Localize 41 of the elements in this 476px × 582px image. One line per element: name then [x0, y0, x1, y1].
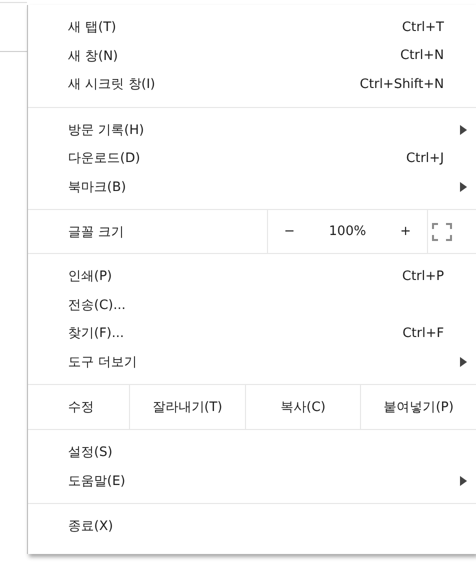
- menu-item-label: 찾기(F)...: [68, 325, 124, 342]
- menu-item[interactable]: 도움말(E): [28, 466, 476, 495]
- menu-item-label: 종료(X): [68, 518, 114, 536]
- menu-item-label: 다운로드(D): [68, 150, 140, 168]
- menu-item[interactable]: 북마크(B): [28, 172, 476, 201]
- menu-item-label: 도구 더보기: [68, 354, 138, 371]
- edit-label: 수정: [28, 385, 130, 429]
- shortcut-text: Ctrl+F: [402, 326, 444, 341]
- fullscreen-icon: [432, 222, 452, 240]
- menu-item-label: 북마크(B): [68, 178, 126, 196]
- menu-item[interactable]: 새 시크릿 창(I) Ctrl+Shift+N: [28, 70, 476, 98]
- menu-item-label: 인쇄(P): [68, 268, 112, 286]
- menu-item[interactable]: 방문 기록(H): [28, 116, 476, 144]
- shortcut-text: Ctrl+N: [400, 48, 444, 64]
- menu-item[interactable]: 전송(C)...: [28, 290, 476, 319]
- menu-item[interactable]: 인쇄(P) Ctrl+P: [28, 262, 476, 290]
- shortcut-text: Ctrl+Shift+N: [360, 76, 444, 92]
- menu-item[interactable]: 새 창(N) Ctrl+N: [28, 42, 476, 70]
- menu-item[interactable]: 도구 더보기: [28, 348, 476, 376]
- zoom-level-text: 100%: [328, 224, 366, 239]
- zoom-in-button[interactable]: +: [394, 222, 417, 241]
- menu-item-label: 새 창(N): [68, 48, 118, 65]
- shortcut-text: Ctrl+T: [402, 20, 444, 35]
- menu-item-label: 방문 기록(H): [68, 122, 144, 139]
- menu-item[interactable]: 새 탭(T) Ctrl+T: [28, 13, 476, 42]
- shortcut-text: Ctrl+J: [406, 150, 444, 166]
- edit-action-button[interactable]: 복사(C): [246, 385, 362, 429]
- menu-item[interactable]: 찾기(F)... Ctrl+F: [28, 319, 476, 348]
- menu-item-label: 전송(C)...: [68, 296, 126, 314]
- zoom-out-button[interactable]: −: [278, 222, 301, 241]
- zoom-label: 글꼴 크기: [28, 210, 268, 253]
- menu-item[interactable]: 종료(X): [28, 512, 476, 540]
- menu-item[interactable]: 설정(S): [28, 438, 476, 466]
- shortcut-text: Ctrl+P: [402, 268, 444, 284]
- menu-item-label: 도움말(E): [68, 472, 126, 490]
- menu-item[interactable]: 다운로드(D) Ctrl+J: [28, 144, 476, 172]
- edit-action-button[interactable]: 잘라내기(T): [130, 385, 246, 429]
- menu-item-label: 설정(S): [68, 444, 112, 462]
- menu-item-label: 새 탭(T): [68, 19, 116, 36]
- menu-item-label: 새 시크릿 창(I): [68, 76, 156, 94]
- edit-action-button[interactable]: 붙여넣기(P): [361, 385, 476, 429]
